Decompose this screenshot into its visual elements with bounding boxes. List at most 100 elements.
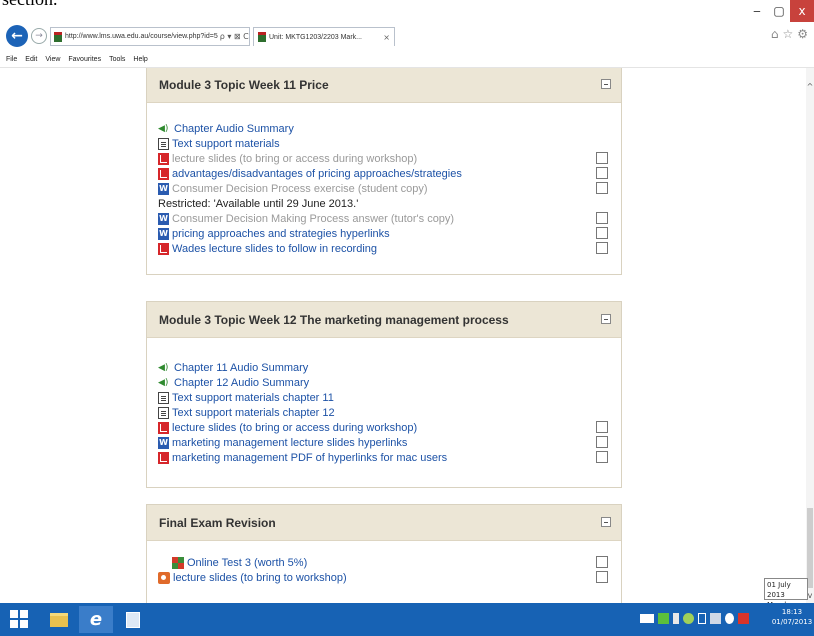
completion-checkbox[interactable] xyxy=(596,152,608,164)
pdf-icon xyxy=(158,242,169,255)
system-clock[interactable]: 18:13 01/07/2013 xyxy=(770,607,814,627)
taskbar: e 18:13 01/07/2013 xyxy=(0,603,814,636)
item-link[interactable]: lecture slides (to bring or access durin… xyxy=(172,153,417,165)
list-item[interactable]: Text support materials chapter 11 xyxy=(158,390,621,405)
section-final-exam-revision: Final Exam Revision Online Test 3 (worth… xyxy=(146,504,622,603)
section-title: Final Exam Revision xyxy=(159,515,276,530)
pdf-icon xyxy=(158,152,169,165)
windows-start-icon[interactable] xyxy=(10,610,28,628)
item-link[interactable]: Chapter 12 Audio Summary xyxy=(174,377,309,389)
document-icon xyxy=(158,137,169,150)
notification-flag-icon[interactable] xyxy=(710,613,721,624)
completion-checkbox[interactable] xyxy=(596,556,608,568)
network-icon[interactable] xyxy=(683,613,694,624)
app-tray-icon[interactable] xyxy=(658,613,669,624)
completion-checkbox[interactable] xyxy=(596,182,608,194)
security-icon[interactable] xyxy=(738,613,749,624)
completion-checkbox[interactable] xyxy=(596,242,608,254)
completion-checkbox[interactable] xyxy=(596,212,608,224)
menu-tools[interactable]: Tools xyxy=(109,56,125,63)
section-header: Final Exam Revision xyxy=(147,505,621,541)
word-icon: W xyxy=(158,212,169,225)
tab-title[interactable]: Unit: MKTG1203/2203 Mark... xyxy=(269,34,362,41)
bluetooth-icon[interactable] xyxy=(725,613,734,624)
settings-gear-icon[interactable]: ⚙ xyxy=(797,27,808,41)
completion-checkbox[interactable] xyxy=(596,421,608,433)
list-item[interactable]: ◀) Chapter Audio Summary xyxy=(158,121,621,136)
address-url[interactable]: http://www.lms.uwa.edu.au/course/view.ph… xyxy=(65,33,218,40)
menu-edit[interactable]: Edit xyxy=(25,56,37,63)
keyboard-icon[interactable] xyxy=(640,614,654,623)
address-bar[interactable]: http://www.lms.uwa.edu.au/course/view.ph… xyxy=(50,27,250,46)
item-link[interactable]: lecture slides (to bring to workshop) xyxy=(173,572,347,584)
item-link[interactable]: marketing management lecture slides hype… xyxy=(172,437,407,449)
home-icon[interactable]: ⌂ xyxy=(771,27,779,41)
completion-checkbox[interactable] xyxy=(596,451,608,463)
forward-arrow-icon[interactable]: → xyxy=(31,28,47,44)
list-item[interactable]: lecture slides (to bring to workshop) xyxy=(158,570,621,585)
list-item[interactable]: Wmarketing management lecture slides hyp… xyxy=(158,435,621,450)
list-item[interactable]: Wpricing approaches and strategies hyper… xyxy=(158,226,621,241)
close-button[interactable]: x xyxy=(790,0,814,22)
item-link[interactable]: advantages/disadvantages of pricing appr… xyxy=(172,168,462,180)
completion-checkbox[interactable] xyxy=(596,571,608,583)
item-link[interactable]: Text support materials chapter 12 xyxy=(172,407,335,419)
list-item[interactable]: Text support materials chapter 12 xyxy=(158,405,621,420)
word-icon: W xyxy=(158,182,169,195)
internet-explorer-button[interactable]: e xyxy=(79,606,113,633)
collapse-icon[interactable] xyxy=(601,314,611,324)
list-item[interactable]: Online Test 3 (worth 5%) xyxy=(158,555,621,570)
item-link[interactable]: marketing management PDF of hyperlinks f… xyxy=(172,452,447,464)
pdf-icon xyxy=(158,451,169,464)
section-title: Module 3 Topic Week 12 The marketing man… xyxy=(159,312,509,327)
item-link[interactable]: Consumer Decision Process exercise (stud… xyxy=(172,183,428,195)
menu-view[interactable]: View xyxy=(45,56,60,63)
volume-icon[interactable] xyxy=(698,613,706,624)
tab-close-icon[interactable]: × xyxy=(383,33,390,42)
list-item[interactable]: Text support materials xyxy=(158,136,621,151)
list-item[interactable]: Wades lecture slides to follow in record… xyxy=(158,241,621,256)
menu-favourites[interactable]: Favourites xyxy=(68,56,101,63)
completion-checkbox[interactable] xyxy=(596,227,608,239)
document-icon xyxy=(158,391,169,404)
restore-button[interactable]: ▢ xyxy=(768,0,790,22)
item-link[interactable]: pricing approaches and strategies hyperl… xyxy=(172,228,390,240)
minimize-button[interactable]: ‒ xyxy=(746,0,768,22)
completion-checkbox[interactable] xyxy=(596,167,608,179)
section-header: Module 3 Topic Week 11 Price xyxy=(147,68,621,103)
browser-tab[interactable]: Unit: MKTG1203/2203 Mark... × xyxy=(253,27,395,46)
list-item[interactable]: ◀) Chapter 12 Audio Summary xyxy=(158,375,621,390)
scrollbar-thumb[interactable] xyxy=(807,508,813,588)
collapse-icon[interactable] xyxy=(601,517,611,527)
address-controls[interactable]: ρ ▾ ⊠ C xyxy=(220,32,249,41)
list-item[interactable]: advantages/disadvantages of pricing appr… xyxy=(158,166,621,181)
completion-checkbox[interactable] xyxy=(596,436,608,448)
file-explorer-button[interactable] xyxy=(42,606,76,633)
list-item[interactable]: lecture slides (to bring or access durin… xyxy=(158,420,621,435)
list-item[interactable]: ◀) Chapter 11 Audio Summary xyxy=(158,360,621,375)
menu-help[interactable]: Help xyxy=(133,56,147,63)
favorites-star-icon[interactable]: ☆ xyxy=(782,27,793,41)
folder-icon xyxy=(50,612,68,627)
menu-file[interactable]: File xyxy=(6,56,17,63)
list-item[interactable]: W Consumer Decision Process exercise (stu… xyxy=(158,181,621,196)
calculator-button[interactable] xyxy=(116,606,150,633)
list-item[interactable]: marketing management PDF of hyperlinks f… xyxy=(158,450,621,465)
back-arrow-icon[interactable]: ← xyxy=(6,25,28,47)
item-link[interactable]: Online Test 3 (worth 5%) xyxy=(187,557,307,569)
item-link[interactable]: Chapter Audio Summary xyxy=(174,123,294,135)
browser-right-icons: ⌂ ☆ ⚙ xyxy=(771,27,808,41)
item-link[interactable]: Consumer Decision Making Process answer … xyxy=(172,213,454,225)
scroll-up-icon[interactable]: ^ xyxy=(806,82,814,92)
list-item[interactable]: W Consumer Decision Making Process answer… xyxy=(158,211,621,226)
collapse-icon[interactable] xyxy=(601,79,611,89)
item-link[interactable]: lecture slides (to bring or access durin… xyxy=(172,422,417,434)
vertical-scrollbar[interactable]: ^ v xyxy=(806,68,814,603)
usb-icon[interactable] xyxy=(673,613,679,624)
list-item[interactable]: lecture slides (to bring or access durin… xyxy=(158,151,621,166)
item-link[interactable]: Chapter 11 Audio Summary xyxy=(174,362,308,374)
system-tray xyxy=(640,613,749,624)
item-link[interactable]: Wades lecture slides to follow in record… xyxy=(172,243,377,255)
item-link[interactable]: Text support materials xyxy=(172,138,280,150)
item-link[interactable]: Text support materials chapter 11 xyxy=(172,392,334,404)
